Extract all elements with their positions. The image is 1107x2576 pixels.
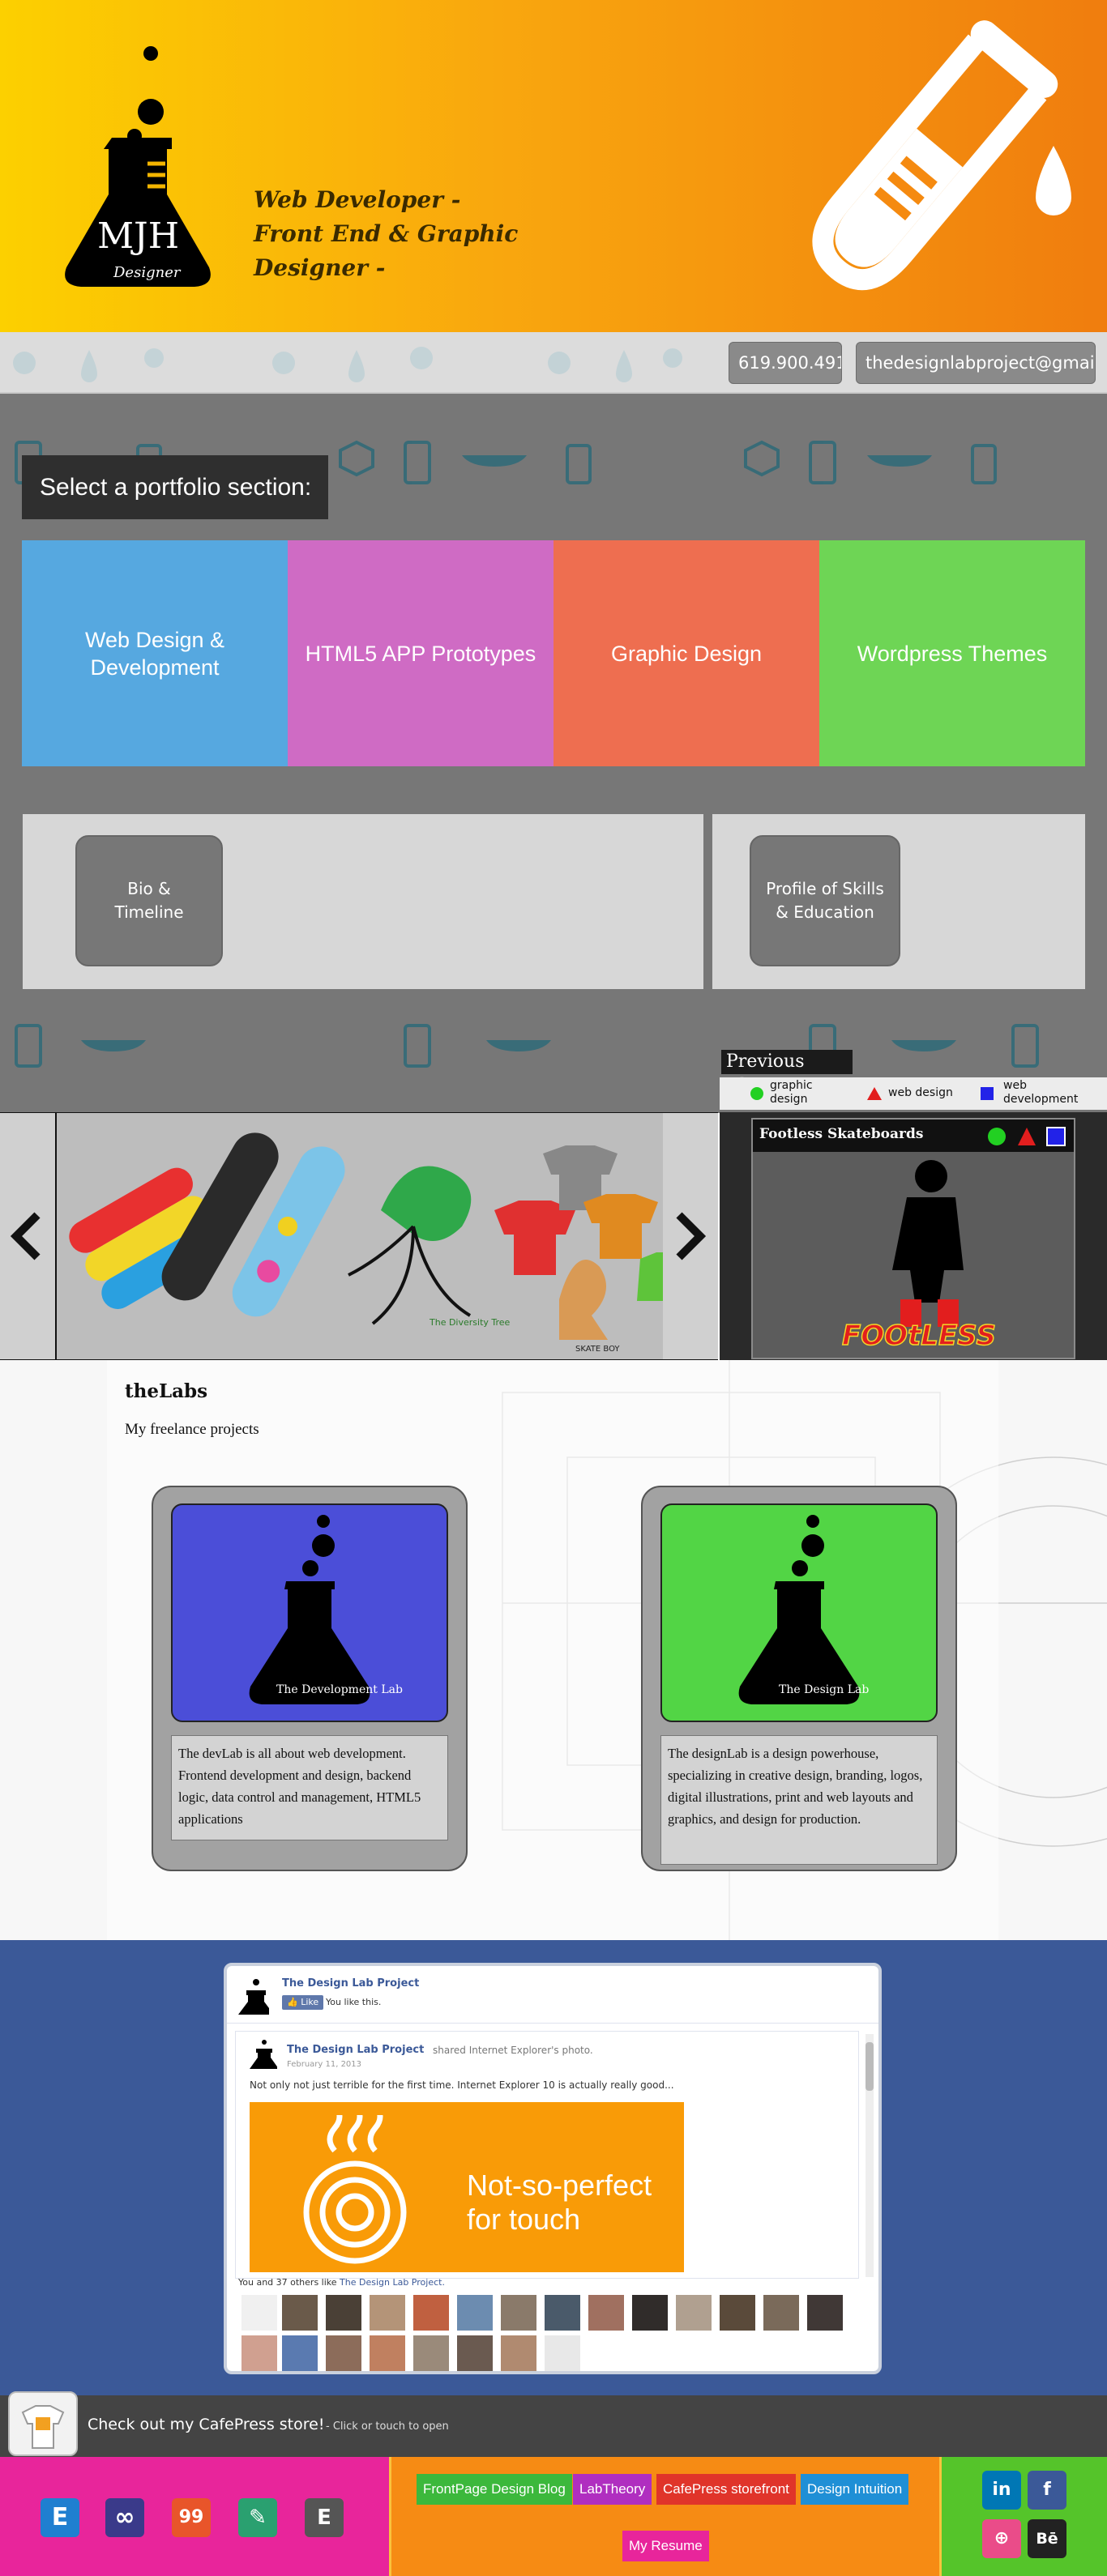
footer-social-panel — [942, 2457, 1107, 2576]
cafepress-title[interactable]: Check out my CafePress store! — [88, 2416, 324, 2433]
link-frontpage-design-blog[interactable]: FrontPage Design Blog — [417, 2474, 572, 2505]
linkedin-icon[interactable]: in — [982, 2471, 1021, 2510]
devlab-description: The devLab is all about web development.… — [171, 1735, 448, 1840]
fb-scroll-thumb[interactable] — [866, 2042, 874, 2091]
email-button[interactable]: thedesignlabproject@gmail — [856, 342, 1096, 384]
tile-label: Web Design & Development — [84, 627, 225, 680]
client-card[interactable]: Footless Skateboards FOOtLESS — [751, 1118, 1075, 1359]
tile-html5-prototypes[interactable]: HTML5 APP Prototypes — [288, 540, 554, 766]
bio-timeline-button[interactable]: Bio & Timeline — [75, 835, 223, 966]
skills-education-button[interactable]: Profile of Skills & Education — [750, 835, 900, 966]
tile-label: Graphic Design — [610, 641, 763, 666]
tile-label: Wordpress Themes — [857, 641, 1048, 666]
logo-subtitle: Designer — [113, 264, 182, 281]
devlab-flask-icon: The Development Lab — [249, 1515, 403, 1704]
skateboard-artwork-collage: The Diversity Tree SKATE BOY — [57, 1113, 669, 1359]
client-name: Footless Skateboards — [759, 1126, 924, 1142]
graphic-design-legend-icon — [750, 1087, 763, 1100]
footless-mascot-logo: FOOtLESS — [841, 1160, 997, 1351]
fb-likes-count: You and 37 others like — [238, 2277, 340, 2288]
fb-post-author[interactable]: The Design Lab Project — [287, 2044, 424, 2056]
designlab-logo-text: The Design Lab — [779, 1683, 869, 1696]
fb-image-text-2: for touch — [467, 2203, 581, 2236]
portfolio-select-label: Select a portfolio section: — [22, 455, 328, 519]
designlab-description: The designLab is a design powerhouse, sp… — [660, 1735, 938, 1865]
devlab-logo-text: The Development Lab — [276, 1683, 403, 1696]
logo-letters: MJH — [97, 215, 179, 257]
carousel-next-arrow-icon[interactable] — [673, 1210, 708, 1262]
page-avatar-icon — [238, 1979, 269, 2015]
cafepress-hint: - Click or touch to open — [326, 2420, 449, 2433]
fb-like-button[interactable]: 👍 Like — [282, 1995, 324, 2010]
carousel-slide: The Diversity Tree SKATE BOY — [57, 1113, 669, 1359]
lab-pattern-strip — [13, 347, 682, 382]
tagline-line-2: Front End & Graphic Designer - — [254, 220, 519, 281]
web-design-legend-icon — [867, 1087, 882, 1100]
link-my-resume[interactable]: My Resume — [622, 2531, 709, 2561]
phone-button[interactable]: 619.900.4917 — [729, 342, 842, 384]
previous-clients-heading: Previous Clients: — [721, 1050, 853, 1096]
carousel-caption: SKATE BOY — [575, 1345, 620, 1354]
labs-title: theLabs — [125, 1380, 208, 1402]
web-development-legend-icon — [981, 1087, 994, 1100]
elance-icon[interactable]: E — [41, 2498, 79, 2537]
divider — [227, 2023, 878, 2024]
link-cafepress-storefront[interactable]: CafePress storefront — [656, 2474, 796, 2505]
web-design-badge-icon — [1018, 1128, 1036, 1145]
designlab-logo-box: The Design Lab — [660, 1503, 938, 1722]
mjh-flask-logo[interactable]: MJH Designer — [57, 41, 227, 292]
client-legend: graphic design web design web developmen… — [720, 1077, 1107, 1110]
legend-label: web development — [1003, 1079, 1079, 1106]
legend-label: graphic design — [770, 1079, 813, 1106]
sketch-icon[interactable]: ✎ — [238, 2498, 277, 2537]
carousel-prev-arrow-icon[interactable] — [8, 1210, 44, 1262]
labs-subtitle: My freelance projects — [125, 1421, 259, 1438]
legend-label: web design — [888, 1086, 953, 1099]
fb-post-text: Not only not just terrible for the first… — [250, 2079, 674, 2091]
document-icon[interactable]: E — [305, 2498, 344, 2537]
tile-wordpress-themes[interactable]: Wordpress Themes — [819, 540, 1085, 766]
fb-page-name[interactable]: The Design Lab Project — [282, 1977, 419, 1990]
link-design-intuition[interactable]: Design Intuition — [801, 2474, 909, 2505]
fb-fan-faces — [241, 2295, 857, 2371]
behance-icon[interactable]: Bē — [1028, 2519, 1066, 2558]
tagline: Web Developer - Front End & Graphic Desi… — [254, 183, 594, 285]
tagline-line-1: Web Developer - — [254, 186, 461, 213]
fb-you-like: You like this. — [326, 1997, 382, 2007]
fb-post-date: February 11, 2013 — [287, 2060, 362, 2069]
tree-caption: The Diversity Tree — [429, 1317, 511, 1328]
facebook-widget[interactable]: The Design Lab Project 👍 Like You like t… — [224, 1963, 882, 2374]
dribbble-icon[interactable]: ⊕ — [982, 2519, 1021, 2558]
devlab-card[interactable]: The Development Lab The devLab is all ab… — [152, 1486, 468, 1871]
cafepress-shirt-icon[interactable] — [8, 2391, 78, 2456]
graphic-design-badge-icon — [988, 1128, 1006, 1145]
infinity-icon[interactable]: ∞ — [105, 2498, 144, 2537]
touch-target-icon — [303, 2115, 407, 2264]
droplet-icon — [1036, 146, 1071, 215]
link-labtheory[interactable]: LabTheory — [573, 2474, 652, 2505]
test-tube-icon — [812, 20, 1071, 291]
tile-web-design[interactable]: Web Design & Development — [22, 540, 288, 766]
fb-likes-link[interactable]: The Design Lab Project. — [340, 2277, 445, 2288]
post-avatar-icon — [250, 2040, 277, 2069]
fb-post-action: shared Internet Explorer's photo. — [433, 2045, 593, 2056]
fb-post-image[interactable]: Not-so-perfect for touch — [250, 2102, 684, 2272]
client-logo-text: FOOtLESS — [842, 1320, 996, 1351]
web-development-badge-icon — [1046, 1127, 1066, 1146]
designlab-card[interactable]: The Design Lab The designLab is a design… — [641, 1486, 957, 1871]
99designs-icon[interactable]: 99 — [172, 2498, 211, 2537]
designlab-flask-icon: The Design Lab — [738, 1515, 869, 1704]
tile-label: HTML5 APP Prototypes — [305, 641, 536, 666]
fb-image-text-1: Not-so-perfect — [467, 2169, 652, 2202]
tile-graphic-design[interactable]: Graphic Design — [554, 540, 819, 766]
shirt-icon — [21, 2405, 65, 2449]
facebook-icon[interactable]: f — [1028, 2471, 1066, 2510]
devlab-logo-box: The Development Lab — [171, 1503, 448, 1722]
fb-like-label: Like — [301, 1997, 319, 2007]
fan-avatars — [241, 2295, 843, 2371]
fb-scrollbar[interactable] — [866, 2034, 874, 2277]
fb-likes-summary: You and 37 others like The Design Lab Pr… — [238, 2277, 445, 2288]
